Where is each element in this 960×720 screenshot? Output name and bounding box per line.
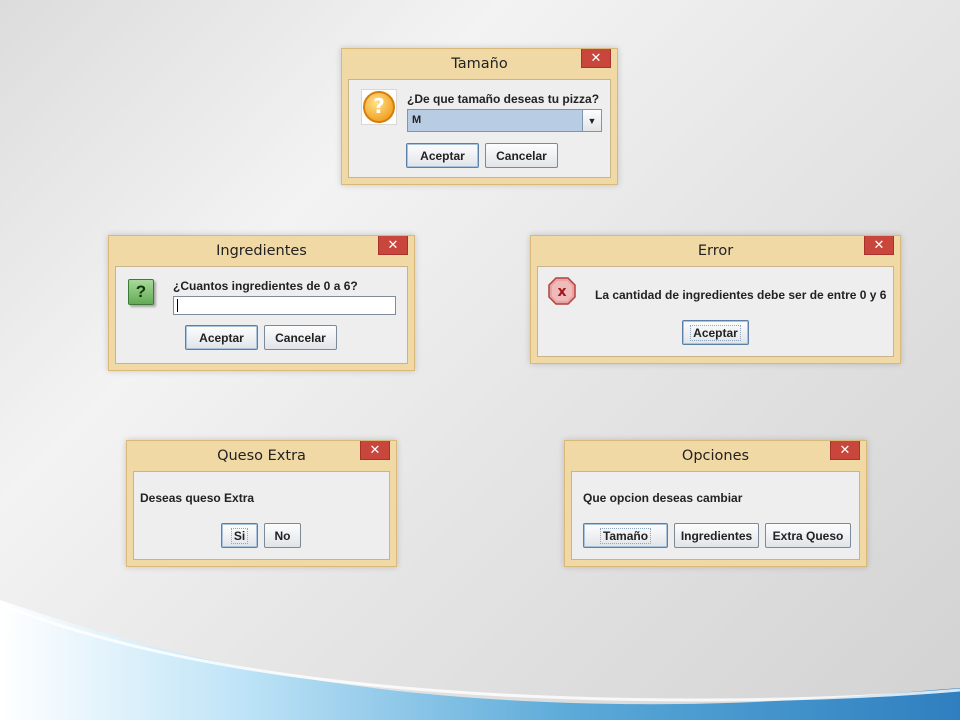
- question-orange-icon: ?: [363, 91, 395, 123]
- ingredients-dialog-close-button[interactable]: ✕: [378, 236, 408, 255]
- question-green-icon: ?: [128, 279, 154, 305]
- error-dialog-title: Error: [697, 243, 734, 259]
- options-dialog-close-button[interactable]: ✕: [830, 441, 860, 460]
- size-combobox[interactable]: M ▼: [407, 109, 602, 132]
- size-question-label: ¿De que tamaño deseas tu pizza?: [407, 92, 600, 106]
- size-dialog-close-button[interactable]: ✕: [581, 49, 611, 68]
- error-accept-button[interactable]: Aceptar: [682, 320, 749, 345]
- extra-cheese-no-label: No: [274, 528, 291, 543]
- ingredients-input[interactable]: [173, 296, 396, 315]
- chevron-down-icon[interactable]: ▼: [582, 110, 601, 131]
- extra-cheese-question-label: Deseas queso Extra: [140, 491, 255, 505]
- ingredients-input-field[interactable]: [174, 297, 395, 315]
- error-icon: x: [548, 277, 576, 305]
- options-dialog-content: Que opcion deseas cambiar Tamaño Ingredi…: [571, 471, 860, 560]
- size-dialog: Tamaño ✕ ? ¿De que tamaño deseas tu pizz…: [341, 48, 618, 185]
- options-extra-cheese-label: Extra Queso: [772, 528, 844, 543]
- extra-cheese-dialog: Queso Extra ✕ Deseas queso Extra Si No: [126, 440, 397, 567]
- ingredients-dialog-title: Ingredientes: [216, 243, 307, 259]
- options-ingredients-label: Ingredientes: [680, 528, 753, 543]
- error-message-label: La cantidad de ingredientes debe ser de …: [595, 288, 887, 302]
- ingredients-dialog-content: ? ¿Cuantos ingredientes de 0 a 6? Acepta…: [115, 266, 408, 364]
- options-dialog-title: Opciones: [681, 448, 750, 464]
- size-cancel-button[interactable]: Cancelar: [485, 143, 558, 168]
- extra-cheese-dialog-title: Queso Extra: [217, 448, 306, 464]
- question-icon-frame: ?: [361, 89, 397, 125]
- options-dialog: Opciones ✕ Que opcion deseas cambiar Tam…: [564, 440, 867, 567]
- size-dialog-content: ? ¿De que tamaño deseas tu pizza? M ▼ Ac…: [348, 79, 611, 178]
- size-dialog-title: Tamaño: [451, 56, 508, 72]
- ingredients-dialog: Ingredientes ✕ ? ¿Cuantos ingredientes d…: [108, 235, 415, 371]
- text-caret: [177, 299, 178, 312]
- ingredients-question-label: ¿Cuantos ingredientes de 0 a 6?: [173, 279, 358, 293]
- size-combobox-value: M: [412, 114, 422, 126]
- ingredients-accept-button[interactable]: Aceptar: [185, 325, 258, 350]
- svg-text:x: x: [557, 284, 566, 300]
- error-dialog: Error ✕ x La cantidad de ingredientes de…: [530, 235, 901, 364]
- extra-cheese-dialog-close-button[interactable]: ✕: [360, 441, 390, 460]
- error-accept-label: Aceptar: [690, 324, 741, 341]
- extra-cheese-yes-button[interactable]: Si: [221, 523, 258, 548]
- error-dialog-close-button[interactable]: ✕: [864, 236, 894, 255]
- ingredients-cancel-button[interactable]: Cancelar: [264, 325, 337, 350]
- size-cancel-label: Cancelar: [496, 148, 547, 163]
- size-accept-label: Aceptar: [420, 148, 465, 163]
- ingredients-accept-label: Aceptar: [199, 330, 244, 345]
- options-size-button[interactable]: Tamaño: [583, 523, 668, 548]
- options-question-label: Que opcion deseas cambiar: [583, 491, 743, 505]
- extra-cheese-dialog-content: Deseas queso Extra Si No: [133, 471, 390, 560]
- error-dialog-content: x La cantidad de ingredientes debe ser d…: [537, 266, 894, 357]
- options-size-label: Tamaño: [599, 527, 652, 544]
- extra-cheese-yes-label: Si: [230, 527, 249, 544]
- size-accept-button[interactable]: Aceptar: [406, 143, 479, 168]
- options-extra-cheese-button[interactable]: Extra Queso: [765, 523, 851, 548]
- extra-cheese-no-button[interactable]: No: [264, 523, 301, 548]
- options-ingredients-button[interactable]: Ingredientes: [674, 523, 759, 548]
- ingredients-cancel-label: Cancelar: [275, 330, 326, 345]
